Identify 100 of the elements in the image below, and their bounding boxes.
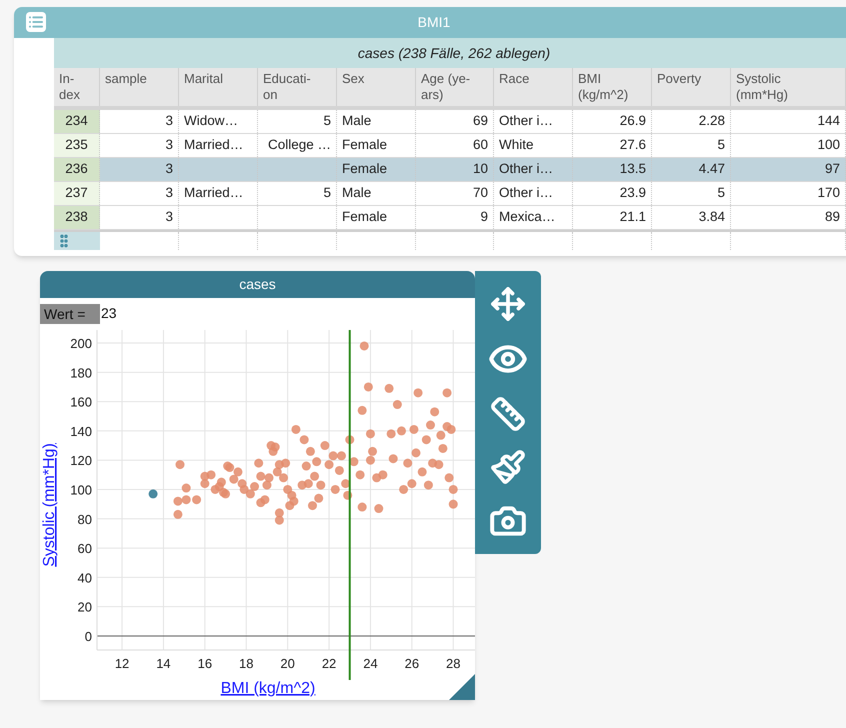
data-point[interactable] — [424, 480, 433, 490]
data-point[interactable] — [436, 430, 446, 440]
data-point[interactable] — [324, 460, 334, 470]
data-point[interactable] — [221, 489, 230, 498]
data-point[interactable] — [274, 516, 284, 525]
movable-value-line[interactable] — [348, 330, 351, 680]
data-point[interactable] — [409, 424, 418, 434]
table-icon[interactable] — [26, 12, 46, 32]
data-point[interactable] — [444, 473, 454, 482]
data-point[interactable] — [148, 489, 158, 498]
x-axis-title[interactable]: BMI (kg/m^2) — [220, 680, 316, 697]
data-point[interactable] — [312, 457, 322, 466]
resize-handle-icon[interactable] — [449, 674, 475, 700]
data-point[interactable] — [330, 484, 340, 494]
column-header[interactable]: Poverty — [652, 68, 731, 106]
table-row[interactable]: 235 3 Married… College … Female 60 White 27.6 5 100 — [54, 134, 846, 158]
column-header[interactable]: Marital — [179, 68, 258, 106]
data-point[interactable] — [345, 435, 354, 444]
data-point[interactable] — [173, 496, 182, 506]
data-point[interactable] — [438, 444, 448, 453]
data-point[interactable] — [176, 460, 184, 470]
data-point[interactable] — [233, 467, 242, 476]
data-point[interactable] — [300, 435, 309, 444]
data-point[interactable] — [229, 474, 238, 484]
data-point[interactable] — [291, 424, 300, 434]
data-point[interactable] — [407, 479, 416, 488]
data-point[interactable] — [240, 484, 249, 494]
data-point[interactable] — [192, 495, 202, 504]
data-point[interactable] — [384, 384, 394, 393]
data-point[interactable] — [403, 458, 412, 468]
ruler-icon[interactable] — [490, 396, 526, 432]
data-point[interactable] — [374, 504, 384, 514]
data-point[interactable] — [399, 484, 408, 494]
data-point[interactable] — [358, 502, 367, 512]
column-header[interactable]: sample — [100, 68, 179, 106]
data-point[interactable] — [225, 463, 234, 472]
data-point[interactable] — [448, 484, 458, 494]
data-point[interactable] — [430, 407, 440, 416]
data-point[interactable] — [334, 466, 344, 475]
column-header[interactable]: Educati- on — [258, 68, 337, 106]
data-point[interactable] — [412, 448, 420, 458]
data-point[interactable] — [306, 446, 315, 456]
y-axis-title[interactable]: Systolic (mm*Hg) — [41, 443, 58, 567]
data-point[interactable] — [360, 341, 369, 350]
column-header[interactable]: BMI (kg/m^2) — [573, 68, 652, 106]
data-point[interactable] — [216, 478, 226, 487]
data-point[interactable] — [349, 457, 358, 466]
column-header[interactable]: In- dex — [54, 68, 100, 106]
data-point[interactable] — [434, 460, 444, 470]
table-row[interactable]: 236 3 Female 10 Other i… 13.5 4.47 97 — [54, 158, 846, 182]
data-point[interactable] — [388, 454, 398, 464]
data-point[interactable] — [341, 479, 350, 488]
data-point[interactable] — [366, 429, 375, 438]
data-point[interactable] — [414, 388, 423, 398]
paintbrush-icon[interactable] — [490, 448, 526, 484]
data-point[interactable] — [310, 472, 320, 481]
data-point[interactable] — [264, 473, 274, 482]
data-point[interactable] — [442, 388, 452, 398]
data-point[interactable] — [356, 470, 365, 480]
data-point[interactable] — [448, 500, 458, 509]
column-header[interactable]: Sex — [337, 68, 416, 106]
data-point[interactable] — [422, 435, 431, 444]
data-point[interactable] — [328, 451, 338, 460]
data-point[interactable] — [320, 441, 330, 450]
data-point[interactable] — [260, 495, 270, 504]
data-point[interactable] — [256, 472, 266, 481]
data-point[interactable] — [308, 501, 317, 510]
data-point[interactable] — [274, 508, 284, 518]
data-point[interactable] — [378, 470, 388, 480]
data-point[interactable] — [173, 510, 182, 519]
data-point[interactable] — [250, 482, 260, 492]
data-point[interactable] — [336, 451, 346, 460]
data-point[interactable] — [289, 496, 298, 506]
table-row[interactable]: 238 3 Female 9 Mexica… 21.1 3.84 89 — [54, 206, 846, 230]
data-point[interactable] — [281, 458, 290, 468]
data-point[interactable] — [206, 470, 216, 480]
data-point[interactable] — [279, 473, 288, 482]
column-header[interactable]: Age (ye- ars) — [416, 68, 494, 106]
data-point[interactable] — [304, 479, 313, 488]
column-header[interactable]: Race — [494, 68, 573, 106]
data-point[interactable] — [358, 406, 367, 415]
data-point[interactable] — [392, 400, 402, 410]
data-point[interactable] — [314, 494, 324, 503]
data-point[interactable] — [364, 382, 373, 392]
data-point[interactable] — [262, 480, 272, 490]
data-point[interactable] — [426, 420, 435, 430]
table-row[interactable]: 234 3 Widow… 5 Male 69 Other i… 26.9 2.28 144 — [54, 110, 846, 134]
data-point[interactable] — [446, 424, 456, 434]
data-point[interactable] — [368, 446, 378, 456]
data-point[interactable] — [254, 458, 264, 468]
data-point[interactable] — [418, 467, 427, 476]
table-row[interactable]: 237 3 Married… 5 Male 70 Other i… 23.9 5 170 — [54, 182, 846, 206]
column-header[interactable]: Systolic (mm*Hg) — [731, 68, 846, 106]
data-point[interactable] — [182, 495, 191, 504]
data-point[interactable] — [343, 490, 352, 500]
data-point[interactable] — [366, 456, 375, 465]
data-point[interactable] — [316, 480, 326, 490]
move-icon[interactable] — [490, 286, 526, 322]
data-point[interactable] — [386, 429, 396, 438]
data-point[interactable] — [302, 462, 311, 471]
